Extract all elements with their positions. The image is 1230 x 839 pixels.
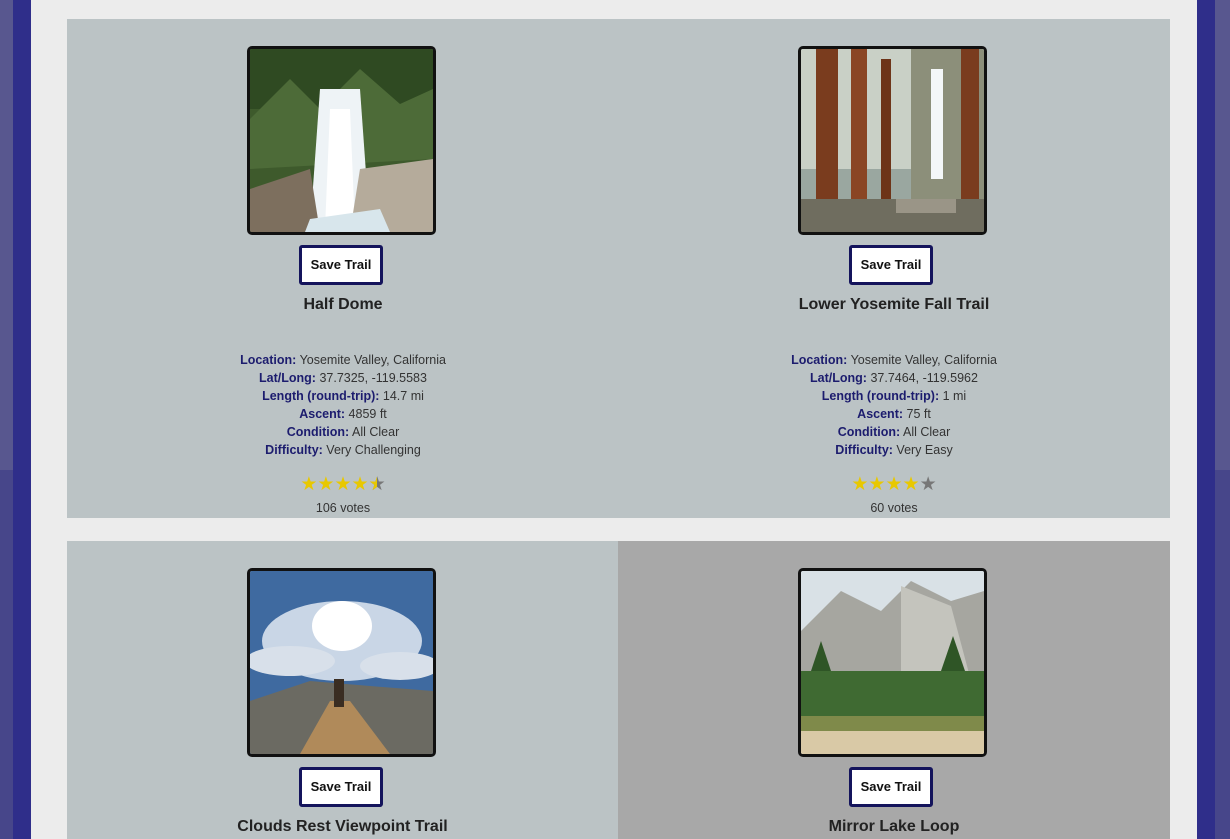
latlong-label: Lat/Long: xyxy=(259,371,316,385)
star-icon[interactable]: ★ xyxy=(317,474,334,495)
trail-list-panel: Save Trail Half Dome Location: Yosemite … xyxy=(31,0,1197,839)
length-row: Length (round-trip): 14.7 mi xyxy=(67,387,619,405)
page-edge-right-lower xyxy=(1215,470,1230,839)
trail-card: Save Trail Lower Yosemite Fall Trail Loc… xyxy=(618,19,1170,518)
location-row: Location: Yosemite Valley, California xyxy=(67,351,619,369)
trail-card: Save Trail Mirror Lake Loop xyxy=(618,541,1170,839)
ascent-label: Ascent: xyxy=(857,407,904,421)
location-value: Yosemite Valley, California xyxy=(850,353,997,367)
page-edge-left xyxy=(0,0,13,470)
difficulty-value: Very Challenging xyxy=(326,443,421,457)
latlong-label: Lat/Long: xyxy=(810,371,867,385)
star-rating[interactable]: ★★★★★★ xyxy=(67,474,619,496)
location-label: Location: xyxy=(791,353,848,367)
difficulty-value: Very Easy xyxy=(896,443,953,457)
condition-value: All Clear xyxy=(352,425,400,439)
save-trail-button[interactable]: Save Trail xyxy=(849,767,933,807)
page-edge-right xyxy=(1215,0,1230,470)
trail-card: Save Trail Clouds Rest Viewpoint Trail xyxy=(67,541,618,839)
trail-name[interactable]: Mirror Lake Loop xyxy=(618,818,1170,836)
difficulty-label: Difficulty: xyxy=(265,443,323,457)
vote-count: 60 votes xyxy=(870,501,918,515)
page-edge-left-lower xyxy=(0,470,13,839)
star-icon[interactable]: ★ xyxy=(300,474,317,495)
condition-row: Condition: All Clear xyxy=(67,423,619,441)
trail-details: Location: Yosemite Valley, California La… xyxy=(618,351,1170,459)
length-row: Length (round-trip): 1 mi xyxy=(618,387,1170,405)
condition-label: Condition: xyxy=(286,425,350,439)
save-trail-button[interactable]: Save Trail xyxy=(299,767,383,807)
trail-photo-hiker-ridge[interactable] xyxy=(247,568,436,757)
latlong-row: Lat/Long: 37.7464, -119.5962 xyxy=(618,369,1170,387)
save-trail-button[interactable]: Save Trail xyxy=(849,245,933,285)
location-value: Yosemite Valley, California xyxy=(299,353,446,367)
trail-card: Save Trail Half Dome Location: Yosemite … xyxy=(67,19,619,518)
star-icon[interactable]: ★★ xyxy=(369,474,386,496)
star-rating[interactable]: ★★★★★ xyxy=(618,474,1170,496)
star-icon[interactable]: ★ xyxy=(868,474,885,495)
condition-row: Condition: All Clear xyxy=(618,423,1170,441)
trail-photo-waterfall[interactable] xyxy=(247,46,436,235)
trail-photo-forest-fall[interactable] xyxy=(798,46,987,235)
star-icon[interactable]: ★ xyxy=(334,474,351,495)
ascent-row: Ascent: 75 ft xyxy=(618,405,1170,423)
star-icon[interactable]: ★ xyxy=(851,474,868,495)
star-icon[interactable]: ★ xyxy=(903,474,920,495)
location-row: Location: Yosemite Valley, California xyxy=(618,351,1170,369)
save-trail-button[interactable]: Save Trail xyxy=(299,245,383,285)
star-icon[interactable]: ★ xyxy=(920,474,937,495)
location-label: Location: xyxy=(240,353,297,367)
length-value: 1 mi xyxy=(942,389,967,403)
trail-name[interactable]: Lower Yosemite Fall Trail xyxy=(618,296,1170,314)
ascent-row: Ascent: 4859 ft xyxy=(67,405,619,423)
difficulty-label: Difficulty: xyxy=(835,443,893,457)
star-icon[interactable]: ★ xyxy=(885,474,902,495)
vote-count: 106 votes xyxy=(315,501,371,515)
condition-label: Condition: xyxy=(837,425,901,439)
difficulty-row: Difficulty: Very Challenging xyxy=(67,441,619,459)
ascent-value: 4859 ft xyxy=(348,407,387,421)
trail-name[interactable]: Half Dome xyxy=(67,296,619,314)
latlong-value: 37.7464, -119.5962 xyxy=(870,371,978,385)
difficulty-row: Difficulty: Very Easy xyxy=(618,441,1170,459)
condition-value: All Clear xyxy=(903,425,951,439)
length-value: 14.7 mi xyxy=(382,389,424,403)
trail-details: Location: Yosemite Valley, California La… xyxy=(67,351,619,459)
latlong-value: 37.7325, -119.5583 xyxy=(319,371,427,385)
trail-name[interactable]: Clouds Rest Viewpoint Trail xyxy=(67,818,618,836)
trail-photo-mirror-lake[interactable] xyxy=(798,568,987,757)
ascent-value: 75 ft xyxy=(906,407,931,421)
star-icon[interactable]: ★ xyxy=(352,474,369,495)
length-label: Length (round-trip): xyxy=(821,389,940,403)
ascent-label: Ascent: xyxy=(299,407,346,421)
length-label: Length (round-trip): xyxy=(262,389,380,403)
latlong-row: Lat/Long: 37.7325, -119.5583 xyxy=(67,369,619,387)
